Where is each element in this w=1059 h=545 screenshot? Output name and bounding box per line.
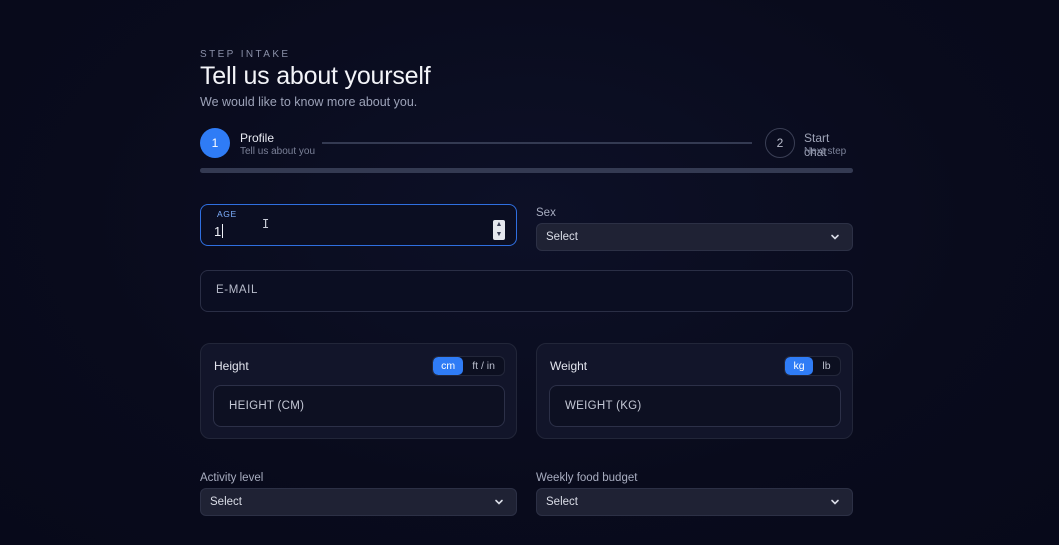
text-cursor-icon: I bbox=[262, 217, 270, 231]
step-1-subtitle: Tell us about you bbox=[240, 146, 316, 157]
email-placeholder: E-MAIL bbox=[216, 284, 258, 296]
chevron-down-icon bbox=[831, 499, 839, 505]
height-placeholder: HEIGHT (CM) bbox=[229, 400, 305, 412]
number-spinner[interactable]: ▲ ▼ bbox=[493, 220, 505, 240]
weight-placeholder: WEIGHT (KG) bbox=[565, 400, 642, 412]
height-input[interactable]: HEIGHT (CM) bbox=[213, 385, 505, 427]
height-title: Height bbox=[214, 359, 249, 373]
text-caret bbox=[222, 224, 224, 238]
sex-select[interactable]: Select bbox=[536, 223, 853, 251]
weight-title: Weight bbox=[550, 359, 588, 373]
age-label: AGE bbox=[217, 209, 237, 219]
email-input[interactable]: E-MAIL bbox=[200, 270, 853, 312]
step-1-title: Profile bbox=[240, 131, 275, 145]
step-1-indicator[interactable]: 1 bbox=[200, 128, 230, 158]
budget-label: Weekly food budget bbox=[536, 472, 638, 484]
age-value: 1 bbox=[214, 224, 222, 239]
height-card: Height cm ft / in HEIGHT (CM) bbox=[200, 343, 517, 439]
activity-select[interactable]: Select bbox=[200, 488, 517, 516]
sex-select-value: Select bbox=[546, 231, 578, 243]
step-2-indicator[interactable]: 2 bbox=[765, 128, 795, 158]
budget-select[interactable]: Select bbox=[536, 488, 853, 516]
spinner-up-icon[interactable]: ▲ bbox=[496, 221, 503, 229]
activity-label: Activity level bbox=[200, 472, 264, 484]
step-connector bbox=[322, 142, 752, 144]
unit-ft-in-button[interactable]: ft / in bbox=[463, 357, 504, 375]
page-subtitle: We would like to know more about you. bbox=[200, 95, 418, 109]
page-title: Tell us about yourself bbox=[200, 62, 431, 90]
height-unit-toggle[interactable]: cm ft / in bbox=[432, 356, 505, 376]
activity-select-value: Select bbox=[210, 496, 242, 508]
weight-unit-toggle[interactable]: kg lb bbox=[784, 356, 841, 376]
age-input[interactable]: AGE 1 I ▲ ▼ bbox=[200, 204, 517, 246]
unit-lb-button[interactable]: lb bbox=[813, 357, 840, 375]
chevron-down-icon bbox=[495, 499, 503, 505]
budget-select-value: Select bbox=[546, 496, 578, 508]
progress-bar bbox=[200, 168, 853, 173]
spinner-down-icon[interactable]: ▼ bbox=[496, 231, 503, 239]
weight-input[interactable]: WEIGHT (KG) bbox=[549, 385, 841, 427]
weight-card: Weight kg lb WEIGHT (KG) bbox=[536, 343, 853, 439]
unit-kg-button[interactable]: kg bbox=[785, 357, 813, 375]
unit-cm-button[interactable]: cm bbox=[433, 357, 464, 375]
step-eyebrow: STEP INTAKE bbox=[200, 49, 291, 60]
chevron-down-icon bbox=[831, 234, 839, 240]
sex-label: Sex bbox=[536, 207, 556, 219]
step-2-subtitle: Next step bbox=[804, 146, 847, 157]
